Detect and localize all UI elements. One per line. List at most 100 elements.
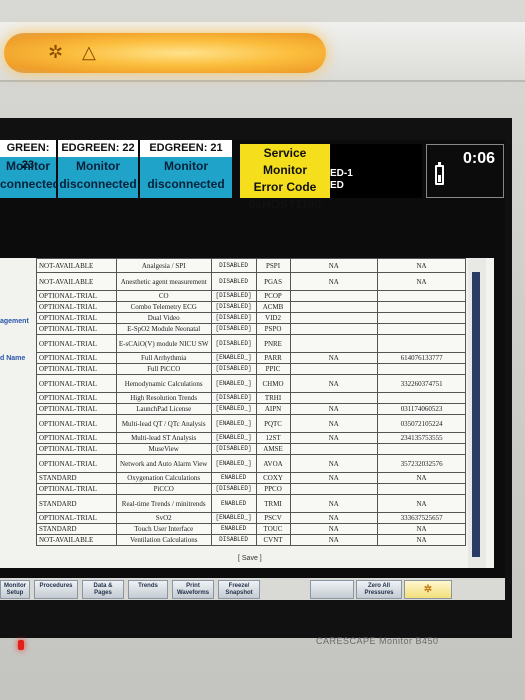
button-line2: Setup [6, 590, 24, 596]
cell-status: OPTIONAL-TRIAL [36, 352, 117, 364]
cell-enabled: ENABLED [210, 472, 257, 484]
cell-name: E-sCAiO(V) module NICU SW [115, 334, 212, 353]
cell-status: OPTIONAL-TRIAL [36, 363, 117, 375]
trends-button[interactable]: Trends [128, 580, 168, 599]
side-menu-item[interactable]: d Name [0, 355, 25, 362]
bed-tile-edgreen-21[interactable]: EDGREEN: 21 Monitor disconnected [140, 140, 234, 198]
table-row[interactable]: NOT-AVAILABLE Analgesia / SPI DISABLED PSPI… [36, 258, 466, 273]
table-row[interactable]: OPTIONAL-TRIAL E-SpO2 Module Neonatal [DIS… [36, 323, 466, 335]
button-line1: Procedures [39, 583, 73, 589]
bed-line2: disconnected [147, 177, 225, 191]
data-pages-button[interactable]: Data & Pages [82, 580, 124, 599]
cell-val1 [289, 363, 379, 375]
unit-line2: ED [330, 180, 344, 191]
print-waveforms-button[interactable]: Print Waveforms [172, 580, 214, 599]
cell-val2: 332260374751 [377, 374, 466, 393]
service-monitor-alert[interactable]: Service Monitor Error Code 0xHOST1100 [240, 144, 330, 211]
table-row[interactable]: OPTIONAL-TRIAL MuseView [DISABLED] AMSE [36, 443, 466, 455]
procedures-button[interactable]: Procedures [34, 580, 78, 599]
cell-status: OPTIONAL-TRIAL [36, 301, 117, 313]
table-row[interactable]: STANDARD Touch User Interface ENABLED TOUC N… [36, 523, 466, 535]
cell-enabled: [ENABLED_] [210, 414, 257, 433]
table-row[interactable]: NOT-AVAILABLE Anesthetic agent measuremen… [36, 272, 466, 291]
cell-status: STANDARD [36, 523, 117, 535]
cell-status: NOT-AVAILABLE [36, 272, 117, 291]
monitor-setup-button[interactable]: Monitor Setup [0, 580, 30, 599]
table-row[interactable]: OPTIONAL-TRIAL CO [DISABLED] PCOP [36, 290, 466, 302]
cell-status: OPTIONAL-TRIAL [36, 512, 117, 524]
cell-code: PGAS [255, 272, 291, 291]
table-row[interactable]: OPTIONAL-TRIAL Full PiCCO [DISABLED] PPIC [36, 363, 466, 375]
bed-header: EDGREEN: 22 [58, 140, 138, 157]
cell-val2 [377, 443, 466, 455]
table-row[interactable]: OPTIONAL-TRIAL Full Arrhythmia [ENABLED_] P… [36, 352, 466, 364]
service-line3: 0xHOST1100 [248, 197, 322, 211]
unit-label: ED-1 ED [330, 144, 422, 198]
monitor-screen: GREEN: 23 Monitor connected EDGREEN: 22 … [0, 140, 505, 600]
cell-val2: NA [377, 272, 466, 291]
bed-line2: connected [0, 177, 61, 191]
cell-name: Anesthetic agent measurement [115, 272, 212, 291]
table-row[interactable]: OPTIONAL-TRIAL High Resolution Trends [DIS… [36, 392, 466, 404]
cell-name: CO [115, 290, 212, 302]
blank-button[interactable] [310, 580, 354, 599]
table-row[interactable]: STANDARD Real-time Trends / minitrends ENA… [36, 494, 466, 513]
cell-val2: NA [377, 534, 466, 546]
cell-enabled: [ENABLED_] [210, 432, 257, 444]
cell-val1 [289, 392, 379, 404]
cell-val2: 357232032576 [377, 454, 466, 473]
service-line2: Error Code [253, 180, 317, 194]
cell-val1: NA [289, 523, 379, 535]
alarm-silence-button[interactable]: ✲ [404, 580, 452, 599]
cell-val1 [289, 290, 379, 302]
alarm-pause-icon: ✲ [48, 42, 64, 62]
table-row[interactable]: NOT-AVAILABLE Ventilation Calculations DIS… [36, 534, 466, 546]
cell-enabled: [ENABLED_] [210, 403, 257, 415]
cell-code: PCOP [255, 290, 291, 302]
alarm-silence-icon: ✲ [423, 584, 433, 595]
button-line1: Freeze/ [228, 583, 250, 589]
cell-val1: NA [289, 414, 379, 433]
scrollbar[interactable] [468, 258, 486, 568]
scrollbar-thumb[interactable] [472, 272, 480, 557]
side-menu-item[interactable]: agement [0, 318, 29, 325]
unit-line1: ED-1 [330, 168, 353, 179]
cell-status: OPTIONAL-TRIAL [36, 392, 117, 404]
power-led-icon [18, 640, 24, 650]
battery-icon [435, 162, 444, 185]
table-row[interactable]: OPTIONAL-TRIAL PiCCO [DISABLED] PPCO [36, 483, 466, 495]
table-row[interactable]: OPTIONAL-TRIAL Network and Auto Alarm Vie… [36, 454, 466, 473]
table-row[interactable]: OPTIONAL-TRIAL E-sCAiO(V) module NICU SW[… [36, 334, 466, 353]
clock-battery-box: 0:06 [426, 144, 504, 198]
bed-tile-green-23[interactable]: GREEN: 23 Monitor connected [0, 140, 61, 198]
table-row[interactable]: OPTIONAL-TRIAL Hemodynamic Calculations [E… [36, 374, 466, 393]
table-row[interactable]: OPTIONAL-TRIAL LaunchPad License [ENABLED_… [36, 403, 466, 415]
cell-name: Real-time Trends / minitrends [115, 494, 212, 513]
cell-name: PiCCO [115, 483, 212, 495]
cell-code: PSCV [255, 512, 291, 524]
cell-val2: 234135753555 [377, 432, 466, 444]
cell-code: PQTC [255, 414, 291, 433]
table-row[interactable]: OPTIONAL-TRIAL Combo Telemetry ECG [DISABL… [36, 301, 466, 313]
cell-status: OPTIONAL-TRIAL [36, 334, 117, 353]
bed-tile-edgreen-22[interactable]: EDGREEN: 22 Monitor disconnected [58, 140, 140, 198]
cell-code: AVOA [255, 454, 291, 473]
table-row[interactable]: OPTIONAL-TRIAL Multi-lead QT / QTc Analys… [36, 414, 466, 433]
zero-all-pressures-button[interactable]: Zero All Pressures [356, 580, 402, 599]
table-row[interactable]: OPTIONAL-TRIAL SvO2 [ENABLED_] PSCV NA 333637… [36, 512, 466, 524]
table-row[interactable]: OPTIONAL-TRIAL Multi-lead ST Analysis [ENA… [36, 432, 466, 444]
cell-name: Analgesia / SPI [115, 258, 212, 273]
cell-val2 [377, 334, 466, 353]
cell-val1: NA [289, 472, 379, 484]
cell-name: High Resolution Trends [115, 392, 212, 404]
table-row[interactable]: STANDARD Oxygenation Calculations ENABLED C… [36, 472, 466, 484]
bed-line1: Monitor [6, 159, 50, 173]
cell-enabled: [ENABLED_] [210, 512, 257, 524]
table-row[interactable]: OPTIONAL-TRIAL Dual Video [DISABLED] VID2 [36, 312, 466, 324]
freeze-snapshot-button[interactable]: Freeze/Snapshot [218, 580, 260, 599]
cell-code: VID2 [255, 312, 291, 324]
cell-code: PPIC [255, 363, 291, 375]
cell-code: TOUC [255, 523, 291, 535]
save-link[interactable]: [ Save ] [238, 555, 262, 562]
cell-enabled: [DISABLED] [210, 312, 257, 324]
